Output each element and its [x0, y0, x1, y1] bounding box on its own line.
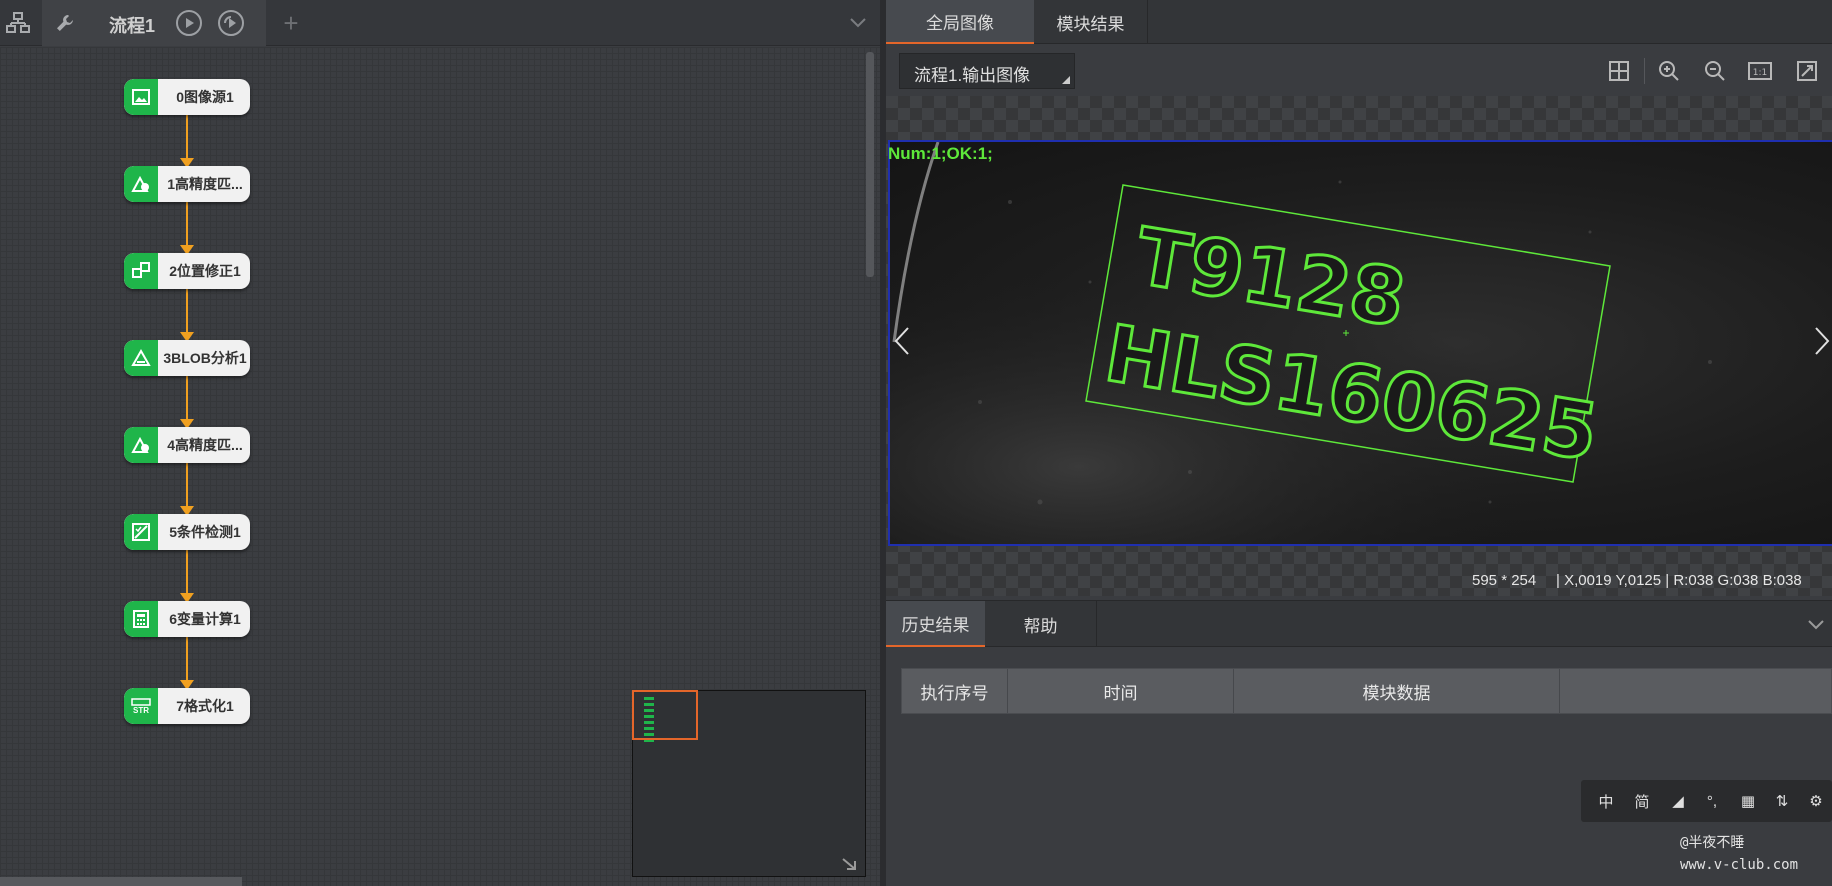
flowchart-icon[interactable] [0, 0, 36, 46]
flow-connector [186, 550, 188, 596]
flow-node-label: 2位置修正1 [169, 263, 241, 279]
watermark-author: @半夜不睡 [1680, 835, 1745, 851]
column-header-extra[interactable] [1560, 669, 1831, 713]
column-header-module-data[interactable]: 模块数据 [1234, 669, 1560, 713]
flow-connector [186, 115, 188, 161]
image-viewport[interactable]: T9128 HLS160625 Num:1;OK:1; 595 * 254 | … [886, 96, 1832, 596]
image-source-icon [124, 79, 158, 115]
collapse-chevron-icon[interactable] [1808, 617, 1824, 635]
str-badge: STR [133, 705, 149, 715]
image-status-bar: 595 * 254 | X,0019 Y,0125 | R:038 G:038 … [886, 566, 1832, 596]
ime-chinese-button[interactable]: 中 [1589, 780, 1623, 822]
toolbar-divider [1644, 58, 1645, 84]
process-title: 流程1 [109, 16, 156, 36]
ime-toolbar: 中 简 ◢ °, ▦ ⇅ ⚙ [1581, 780, 1832, 822]
flow-node-label: 1高精度匹... [167, 176, 243, 192]
flow-node-pattern-match-2[interactable]: 4高精度匹... [124, 427, 250, 463]
image-source-select-value: 流程1.输出图像 [914, 66, 1031, 85]
tab-help[interactable]: 帮助 [985, 601, 1097, 647]
zoom-in-icon[interactable] [1658, 60, 1680, 82]
process-tab[interactable]: 流程1 [42, 0, 266, 46]
ime-skin-button[interactable]: ◢ [1661, 780, 1695, 822]
ime-tools-icon[interactable]: ⇅ [1765, 780, 1799, 822]
position-fix-icon [124, 253, 158, 289]
blob-icon [124, 340, 158, 376]
overlay-result-text: Num:1;OK:1; [888, 144, 993, 163]
watermark-site: www.v-club.com [1680, 857, 1799, 873]
watermark: @半夜不睡 www.v-club.com [1680, 832, 1798, 876]
run-once-icon[interactable] [176, 10, 202, 36]
tab-module-result[interactable]: 模块结果 [1034, 0, 1148, 44]
select-caret-icon [1062, 76, 1070, 84]
pattern-match-icon [124, 427, 158, 463]
image-result-pane: 全局图像 模块结果 流程1.输出图像 1:1 T9128 HLS160625 N… [886, 0, 1832, 886]
flow-node-label: 5条件检测1 [169, 524, 241, 540]
column-header-time[interactable]: 时间 [1008, 669, 1234, 713]
column-header-index[interactable]: 执行序号 [902, 669, 1008, 713]
flow-node-label: 3BLOB分析1 [163, 350, 247, 366]
condition-check-icon [124, 514, 158, 550]
wrench-icon[interactable] [52, 0, 78, 46]
zoom-out-icon[interactable] [1704, 60, 1726, 82]
horizontal-scrollbar[interactable] [0, 877, 242, 886]
svg-text:1:1: 1:1 [1753, 68, 1767, 78]
flow-connector [186, 463, 188, 509]
ime-keyboard-icon[interactable]: ▦ [1731, 780, 1765, 822]
flow-node-blob[interactable]: 3BLOB分析1 [124, 340, 250, 376]
flow-node-label: 4高精度匹... [167, 437, 243, 453]
vertical-scrollbar[interactable] [866, 52, 874, 277]
pattern-match-icon [124, 166, 158, 202]
run-loop-icon[interactable] [218, 10, 244, 36]
image-source-select[interactable]: 流程1.输出图像 [899, 53, 1075, 89]
add-process-icon[interactable]: + [278, 0, 304, 46]
flow-node-position-fix[interactable]: 2位置修正1 [124, 253, 250, 289]
flow-node-pattern-match-1[interactable]: 1高精度匹... [124, 166, 250, 202]
flow-node-image-source[interactable]: 0图像源1 [124, 79, 250, 115]
fit-grid-icon[interactable] [1608, 60, 1630, 82]
flow-toolbar: 流程1 + [0, 0, 880, 46]
ime-simplified-button[interactable]: 简 [1625, 780, 1659, 822]
history-table-header: 执行序号 时间 模块数据 [901, 668, 1832, 714]
tab-history-result[interactable]: 历史结果 [886, 601, 985, 647]
flow-connector [186, 202, 188, 248]
ime-settings-icon[interactable]: ⚙ [1799, 780, 1832, 822]
pixel-info-text: | X,0019 Y,0125 | R:038 G:038 B:038 [1556, 572, 1802, 589]
flow-node-label: 7格式化1 [176, 698, 234, 714]
flow-connector [186, 637, 188, 683]
actual-size-icon[interactable]: 1:1 [1748, 60, 1772, 82]
image-toolbar: 流程1.输出图像 1:1 [886, 44, 1832, 96]
chevron-left-icon[interactable] [894, 326, 910, 361]
flow-editor-pane: 流程1 + 0图像源1 1高精度匹... 2位置修正1 3BLOB分析1 4高精… [0, 0, 880, 886]
flow-node-variable-calc[interactable]: 6变量计算1 [124, 601, 250, 637]
bottom-tab-bar: 历史结果 帮助 [886, 600, 1832, 647]
flow-connector [186, 289, 188, 335]
flow-connector [186, 376, 188, 422]
flow-node-format[interactable]: STR 7格式化1 [124, 688, 250, 724]
tab-global-image[interactable]: 全局图像 [886, 0, 1034, 44]
right-tab-bar: 全局图像 模块结果 [886, 0, 1832, 44]
flow-node-label: 0图像源1 [176, 89, 234, 105]
flow-node-label: 6变量计算1 [169, 611, 241, 627]
calculator-icon [124, 601, 158, 637]
minimap-viewport[interactable] [632, 690, 698, 740]
image-size-text: 595 * 254 [1472, 572, 1537, 589]
flow-node-condition-check[interactable]: 5条件检测1 [124, 514, 250, 550]
chevron-right-icon[interactable] [1814, 326, 1830, 361]
result-image: T9128 HLS160625 [888, 140, 1832, 546]
ime-punctuation-button[interactable]: °, [1695, 780, 1729, 822]
fit-window-icon[interactable] [1796, 60, 1818, 82]
format-str-icon: STR [124, 688, 158, 724]
chevron-down-icon[interactable] [846, 0, 870, 46]
